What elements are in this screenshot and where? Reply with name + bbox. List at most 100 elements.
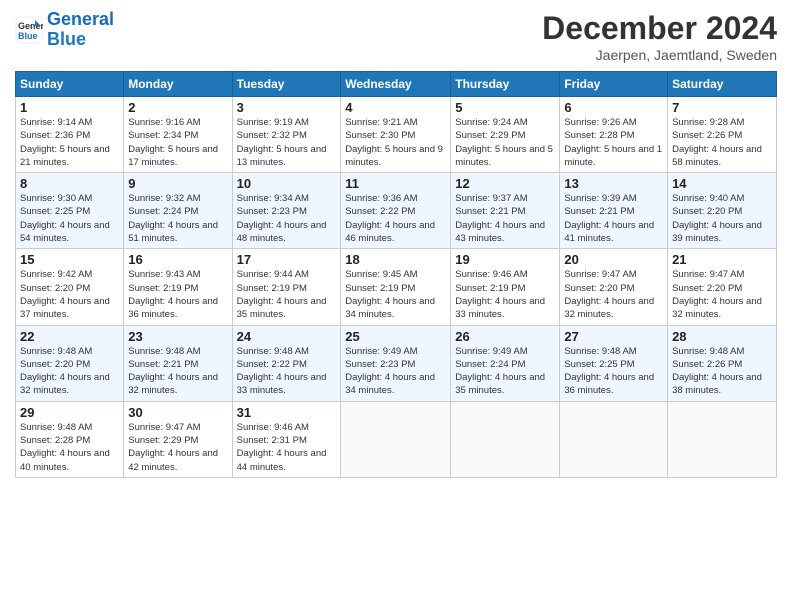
calendar-cell: 3Sunrise: 9:19 AM Sunset: 2:32 PM Daylig… [232,97,341,173]
day-number: 7 [672,100,772,115]
day-info: Sunrise: 9:47 AM Sunset: 2:20 PM Dayligh… [672,268,772,321]
day-info: Sunrise: 9:48 AM Sunset: 2:21 PM Dayligh… [128,345,227,398]
calendar-cell: 5Sunrise: 9:24 AM Sunset: 2:29 PM Daylig… [451,97,560,173]
day-number: 3 [237,100,337,115]
day-info: Sunrise: 9:47 AM Sunset: 2:29 PM Dayligh… [128,421,227,474]
calendar-cell: 10Sunrise: 9:34 AM Sunset: 2:23 PM Dayli… [232,173,341,249]
day-number: 30 [128,405,227,420]
day-info: Sunrise: 9:48 AM Sunset: 2:26 PM Dayligh… [672,345,772,398]
day-info: Sunrise: 9:21 AM Sunset: 2:30 PM Dayligh… [345,116,446,169]
title-block: December 2024 Jaerpen, Jaemtland, Sweden [542,10,777,63]
day-number: 23 [128,329,227,344]
day-info: Sunrise: 9:42 AM Sunset: 2:20 PM Dayligh… [20,268,119,321]
day-info: Sunrise: 9:48 AM Sunset: 2:22 PM Dayligh… [237,345,337,398]
calendar-week-row: 22Sunrise: 9:48 AM Sunset: 2:20 PM Dayli… [16,325,777,401]
day-number: 29 [20,405,119,420]
weekday-header-wednesday: Wednesday [341,72,451,97]
day-number: 31 [237,405,337,420]
weekday-header-tuesday: Tuesday [232,72,341,97]
weekday-header-monday: Monday [124,72,232,97]
page: General Blue General Blue December 2024 … [0,0,792,612]
day-info: Sunrise: 9:28 AM Sunset: 2:26 PM Dayligh… [672,116,772,169]
calendar-cell: 4Sunrise: 9:21 AM Sunset: 2:30 PM Daylig… [341,97,451,173]
day-number: 13 [564,176,663,191]
calendar-cell: 1Sunrise: 9:14 AM Sunset: 2:36 PM Daylig… [16,97,124,173]
calendar-cell: 9Sunrise: 9:32 AM Sunset: 2:24 PM Daylig… [124,173,232,249]
day-number: 10 [237,176,337,191]
calendar-cell: 26Sunrise: 9:49 AM Sunset: 2:24 PM Dayli… [451,325,560,401]
day-info: Sunrise: 9:40 AM Sunset: 2:20 PM Dayligh… [672,192,772,245]
calendar-cell: 28Sunrise: 9:48 AM Sunset: 2:26 PM Dayli… [668,325,777,401]
day-number: 20 [564,252,663,267]
logo-text: General [47,10,114,30]
calendar-cell: 30Sunrise: 9:47 AM Sunset: 2:29 PM Dayli… [124,401,232,477]
day-info: Sunrise: 9:43 AM Sunset: 2:19 PM Dayligh… [128,268,227,321]
logo: General Blue General Blue [15,10,114,50]
calendar-cell: 11Sunrise: 9:36 AM Sunset: 2:22 PM Dayli… [341,173,451,249]
logo-icon: General Blue [15,16,43,44]
day-info: Sunrise: 9:44 AM Sunset: 2:19 PM Dayligh… [237,268,337,321]
day-info: Sunrise: 9:16 AM Sunset: 2:34 PM Dayligh… [128,116,227,169]
day-number: 2 [128,100,227,115]
day-number: 22 [20,329,119,344]
calendar-cell: 13Sunrise: 9:39 AM Sunset: 2:21 PM Dayli… [560,173,668,249]
day-info: Sunrise: 9:36 AM Sunset: 2:22 PM Dayligh… [345,192,446,245]
calendar-cell: 18Sunrise: 9:45 AM Sunset: 2:19 PM Dayli… [341,249,451,325]
day-number: 12 [455,176,555,191]
calendar-cell [341,401,451,477]
day-info: Sunrise: 9:47 AM Sunset: 2:20 PM Dayligh… [564,268,663,321]
day-info: Sunrise: 9:32 AM Sunset: 2:24 PM Dayligh… [128,192,227,245]
calendar-cell: 7Sunrise: 9:28 AM Sunset: 2:26 PM Daylig… [668,97,777,173]
day-info: Sunrise: 9:24 AM Sunset: 2:29 PM Dayligh… [455,116,555,169]
day-number: 5 [455,100,555,115]
day-info: Sunrise: 9:45 AM Sunset: 2:19 PM Dayligh… [345,268,446,321]
weekday-header-friday: Friday [560,72,668,97]
calendar-week-row: 15Sunrise: 9:42 AM Sunset: 2:20 PM Dayli… [16,249,777,325]
calendar-cell: 22Sunrise: 9:48 AM Sunset: 2:20 PM Dayli… [16,325,124,401]
day-info: Sunrise: 9:34 AM Sunset: 2:23 PM Dayligh… [237,192,337,245]
calendar-cell: 8Sunrise: 9:30 AM Sunset: 2:25 PM Daylig… [16,173,124,249]
weekday-header-row: SundayMondayTuesdayWednesdayThursdayFrid… [16,72,777,97]
day-number: 6 [564,100,663,115]
calendar-cell: 16Sunrise: 9:43 AM Sunset: 2:19 PM Dayli… [124,249,232,325]
header: General Blue General Blue December 2024 … [15,10,777,63]
calendar-cell: 21Sunrise: 9:47 AM Sunset: 2:20 PM Dayli… [668,249,777,325]
calendar-cell: 25Sunrise: 9:49 AM Sunset: 2:23 PM Dayli… [341,325,451,401]
day-number: 18 [345,252,446,267]
day-info: Sunrise: 9:14 AM Sunset: 2:36 PM Dayligh… [20,116,119,169]
logo-text2: Blue [47,30,114,50]
svg-text:Blue: Blue [18,31,38,41]
day-number: 8 [20,176,119,191]
weekday-header-thursday: Thursday [451,72,560,97]
calendar-cell: 15Sunrise: 9:42 AM Sunset: 2:20 PM Dayli… [16,249,124,325]
calendar-cell: 6Sunrise: 9:26 AM Sunset: 2:28 PM Daylig… [560,97,668,173]
calendar-cell: 31Sunrise: 9:46 AM Sunset: 2:31 PM Dayli… [232,401,341,477]
day-number: 15 [20,252,119,267]
calendar-cell [560,401,668,477]
day-info: Sunrise: 9:49 AM Sunset: 2:24 PM Dayligh… [455,345,555,398]
day-number: 9 [128,176,227,191]
day-number: 14 [672,176,772,191]
calendar-cell [451,401,560,477]
calendar-cell [668,401,777,477]
day-number: 1 [20,100,119,115]
month-title: December 2024 [542,10,777,47]
day-number: 24 [237,329,337,344]
day-number: 16 [128,252,227,267]
day-number: 21 [672,252,772,267]
calendar-week-row: 29Sunrise: 9:48 AM Sunset: 2:28 PM Dayli… [16,401,777,477]
day-info: Sunrise: 9:39 AM Sunset: 2:21 PM Dayligh… [564,192,663,245]
calendar-cell: 12Sunrise: 9:37 AM Sunset: 2:21 PM Dayli… [451,173,560,249]
day-number: 26 [455,329,555,344]
calendar-table: SundayMondayTuesdayWednesdayThursdayFrid… [15,71,777,478]
day-info: Sunrise: 9:46 AM Sunset: 2:31 PM Dayligh… [237,421,337,474]
calendar-cell: 23Sunrise: 9:48 AM Sunset: 2:21 PM Dayli… [124,325,232,401]
day-number: 19 [455,252,555,267]
calendar-week-row: 1Sunrise: 9:14 AM Sunset: 2:36 PM Daylig… [16,97,777,173]
day-number: 27 [564,329,663,344]
weekday-header-sunday: Sunday [16,72,124,97]
calendar-cell: 17Sunrise: 9:44 AM Sunset: 2:19 PM Dayli… [232,249,341,325]
calendar-cell: 19Sunrise: 9:46 AM Sunset: 2:19 PM Dayli… [451,249,560,325]
calendar-week-row: 8Sunrise: 9:30 AM Sunset: 2:25 PM Daylig… [16,173,777,249]
calendar-cell: 27Sunrise: 9:48 AM Sunset: 2:25 PM Dayli… [560,325,668,401]
